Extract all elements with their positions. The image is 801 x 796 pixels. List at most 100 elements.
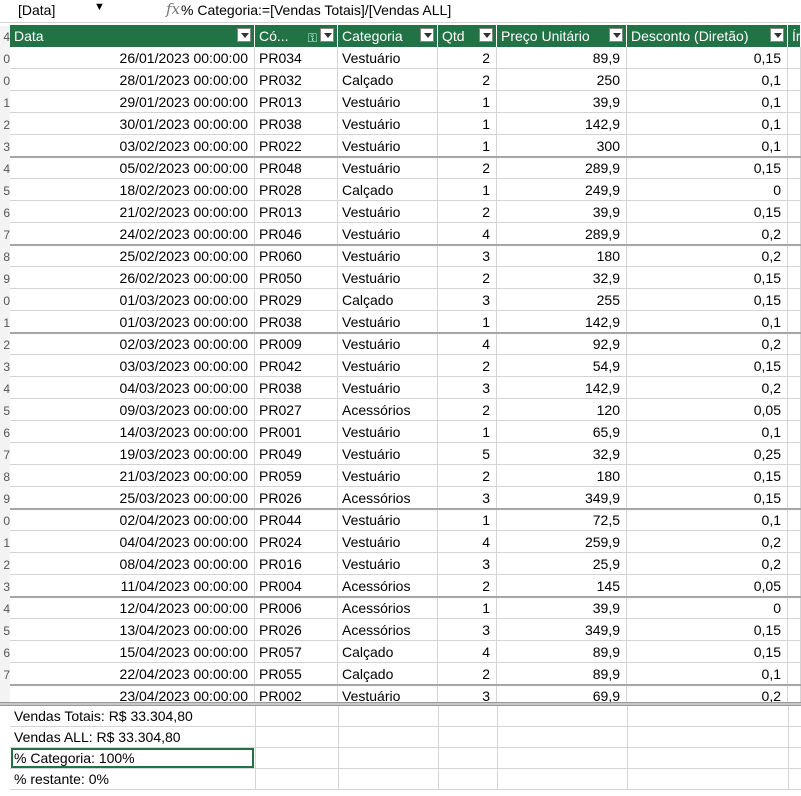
cell-discount[interactable]: 0,2 [627,531,788,553]
row-number[interactable]: 5 [0,400,10,422]
cell-code[interactable]: PR038 [255,377,338,399]
table-row[interactable]: 25/03/2023 00:00:00 PR026 Acessórios 3 349,9… [10,487,801,509]
row-number[interactable]: 2 [0,114,10,136]
cell-unit-price[interactable]: 180 [497,245,627,267]
cell-code[interactable]: PR048 [255,157,338,179]
cell-unit-price[interactable]: 39,9 [497,597,627,619]
cell-extra[interactable] [788,399,801,421]
cell-category[interactable]: Acessórios [338,597,438,619]
row-number[interactable]: 7 [0,444,10,466]
measure-row[interactable]: Vendas Totais: R$ 33.304,80 [10,706,801,727]
cell-unit-price[interactable]: 142,9 [497,113,627,135]
cell-qty[interactable]: 3 [438,553,497,575]
table-row[interactable]: 02/04/2023 00:00:00 PR044 Vestuário 1 72,5 0,… [10,509,801,531]
row-number[interactable]: 4 [0,26,10,48]
table-row[interactable]: 26/02/2023 00:00:00 PR050 Vestuário 2 32,9 0,… [10,267,801,289]
cell-discount[interactable]: 0,15 [627,355,788,377]
row-number[interactable]: 6 [0,202,10,224]
row-number[interactable]: 7 [0,664,10,686]
cell-extra[interactable] [788,443,801,465]
row-number[interactable]: 0 [0,290,10,312]
cell-code[interactable]: PR044 [255,509,338,531]
row-number[interactable]: 2 [0,554,10,576]
cell-category[interactable]: Calçado [338,69,438,91]
cell-unit-price[interactable]: 120 [497,399,627,421]
cell-qty[interactable]: 2 [438,465,497,487]
cell-extra[interactable] [788,465,801,487]
cell-qty[interactable]: 3 [438,487,497,509]
cell-category[interactable]: Calçado [338,289,438,311]
cell-date[interactable]: 11/04/2023 00:00:00 [10,575,255,597]
cell-category[interactable]: Vestuário [338,355,438,377]
cell-date[interactable]: 02/03/2023 00:00:00 [10,333,255,355]
cell-code[interactable]: PR029 [255,289,338,311]
cell-qty[interactable]: 2 [438,157,497,179]
fx-icon[interactable]: fx [166,0,180,18]
row-number[interactable]: 4 [0,598,10,620]
cell-date[interactable]: 03/03/2023 00:00:00 [10,355,255,377]
table-row[interactable]: 28/01/2023 00:00:00 PR032 Calçado 2 250 0,1 [10,69,801,91]
row-number[interactable]: 4 [0,378,10,400]
cell-date[interactable]: 25/02/2023 00:00:00 [10,245,255,267]
cell-code[interactable]: PR038 [255,113,338,135]
cell-discount[interactable]: 0,05 [627,399,788,421]
table-row[interactable]: 13/04/2023 00:00:00 PR026 Acessórios 3 349,9… [10,619,801,641]
cell-extra[interactable] [788,487,801,509]
cell-date[interactable]: 30/01/2023 00:00:00 [10,113,255,135]
cell-code[interactable]: PR038 [255,311,338,333]
cell-qty[interactable]: 4 [438,531,497,553]
cell-date[interactable]: 15/04/2023 00:00:00 [10,641,255,663]
cell-category[interactable]: Acessórios [338,487,438,509]
cell-discount[interactable]: 0,15 [627,465,788,487]
table-row[interactable]: 11/04/2023 00:00:00 PR004 Acessórios 2 145 0,… [10,575,801,597]
cell-category[interactable]: Calçado [338,663,438,685]
cell-discount[interactable]: 0,25 [627,443,788,465]
cell-qty[interactable]: 2 [438,69,497,91]
row-number[interactable]: 1 [0,312,10,334]
cell-code[interactable]: PR046 [255,223,338,245]
cell-extra[interactable] [788,575,801,597]
table-row[interactable]: 22/04/2023 00:00:00 PR055 Calçado 2 89,9 0,1 [10,663,801,685]
column-header-extra[interactable]: Ír [788,25,801,47]
cell-qty[interactable]: 1 [438,421,497,443]
column-header-qty[interactable]: Qtd [438,25,497,47]
cell-unit-price[interactable]: 32,9 [497,267,627,289]
cell-discount[interactable]: 0,1 [627,509,788,531]
filter-dropdown-icon[interactable] [237,28,251,42]
cell-discount[interactable]: 0,1 [627,113,788,135]
cell-code[interactable]: PR004 [255,575,338,597]
cell-category[interactable]: Vestuário [338,135,438,157]
cell-unit-price[interactable]: 72,5 [497,509,627,531]
cell-qty[interactable]: 1 [438,179,497,201]
cell-code[interactable]: PR034 [255,47,338,69]
cell-discount[interactable]: 0,1 [627,91,788,113]
filter-dropdown-icon[interactable] [320,28,334,42]
row-number[interactable]: 5 [0,180,10,202]
column-header-unit-price[interactable]: Preço Unitário [497,25,627,47]
cell-discount[interactable]: 0,15 [627,47,788,69]
cell-date[interactable]: 08/04/2023 00:00:00 [10,553,255,575]
cell-date[interactable]: 13/04/2023 00:00:00 [10,619,255,641]
cell-category[interactable]: Vestuário [338,443,438,465]
row-number[interactable]: 3 [0,576,10,598]
cell-code[interactable]: PR028 [255,179,338,201]
cell-unit-price[interactable]: 145 [497,575,627,597]
cell-qty[interactable]: 2 [438,201,497,223]
cell-extra[interactable] [788,421,801,443]
cell-unit-price[interactable]: 255 [497,289,627,311]
cell-category[interactable]: Acessórios [338,399,438,421]
table-row[interactable]: 08/04/2023 00:00:00 PR016 Vestuário 3 25,9 0,… [10,553,801,575]
table-row[interactable]: 29/01/2023 00:00:00 PR013 Vestuário 1 39,9 0,… [10,91,801,113]
cell-discount[interactable]: 0,15 [627,641,788,663]
column-header-discount[interactable]: Desconto (Diretão) [627,25,788,47]
cell-category[interactable]: Vestuário [338,201,438,223]
cell-category[interactable]: Vestuário [338,377,438,399]
formula-input[interactable]: % Categoria:=[Vendas Totais]/[Vendas ALL… [181,2,451,18]
cell-date[interactable]: 09/03/2023 00:00:00 [10,399,255,421]
row-number[interactable]: 6 [0,422,10,444]
cell-discount[interactable]: 0,2 [627,333,788,355]
cell-discount[interactable]: 0,05 [627,575,788,597]
cell-qty[interactable]: 2 [438,399,497,421]
cell-category[interactable]: Calçado [338,179,438,201]
filter-dropdown-icon[interactable] [609,28,623,42]
